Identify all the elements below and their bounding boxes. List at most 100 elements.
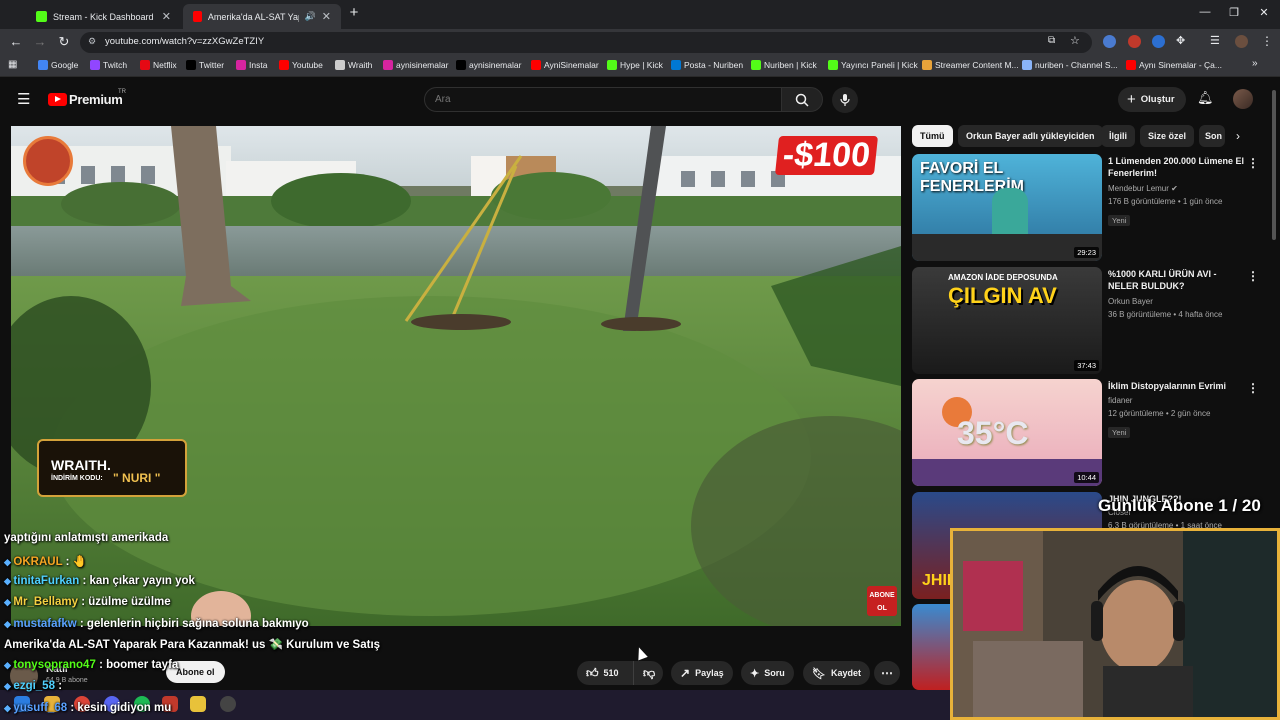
bookmark-item[interactable]: Wraith xyxy=(335,60,372,70)
recommendation-channel[interactable]: Orkun Bayer xyxy=(1108,297,1153,306)
thumbnail-text: ÇILGIN AV xyxy=(948,283,1057,308)
more-actions-button[interactable]: ⋯ xyxy=(874,661,900,685)
extension-icon[interactable] xyxy=(1103,35,1116,48)
bookmark-item[interactable]: Insta xyxy=(236,60,267,70)
audio-playing-icon[interactable]: 🔊 xyxy=(305,11,316,22)
install-app-icon[interactable]: ⧉ xyxy=(1048,35,1055,46)
more-bookmarks-icon[interactable]: » xyxy=(1252,58,1258,69)
tab-kick-dashboard[interactable]: Stream - Kick Dashboard ✕ xyxy=(26,4,181,29)
bookmark-item[interactable]: Twitter xyxy=(186,60,224,70)
extensions-puzzle-icon[interactable]: ✥ xyxy=(1176,34,1185,47)
hamburger-menu-icon[interactable]: ☰ xyxy=(17,90,30,108)
bookmark-item[interactable]: Posta - Nuriben xyxy=(671,60,743,70)
filter-chip[interactable]: Size özel xyxy=(1140,125,1195,147)
obs-icon[interactable] xyxy=(220,696,236,712)
video-player[interactable]: -$100 ABONE OL WRAITH. İNDİRİM KODU: " N… xyxy=(11,126,901,626)
bookmark-item[interactable]: aynisinemalar xyxy=(383,60,448,70)
recommendation-channel[interactable]: Mendebur Lemur ✔ xyxy=(1108,184,1178,193)
recommendation-title[interactable]: %1000 KARLI ÜRÜN AVI - NELER BULDUK? xyxy=(1108,268,1248,292)
url-text[interactable]: youtube.com/watch?v=zzXGwZeTZIY xyxy=(105,36,264,47)
filter-chip[interactable]: Son xyxy=(1199,125,1225,147)
app-icon[interactable] xyxy=(190,696,206,712)
bookmark-item[interactable]: aynisinemalar xyxy=(456,60,521,70)
filter-chip[interactable]: İlgili xyxy=(1101,125,1135,147)
chat-message: yaptığını anlatmıştı amerikada xyxy=(4,532,168,544)
dislike-button[interactable]: 👎︎ xyxy=(633,661,663,685)
bookmark-favicon-icon xyxy=(1126,60,1136,70)
recommendation-menu-icon[interactable]: ⋮ xyxy=(1247,269,1259,283)
profile-avatar[interactable] xyxy=(1235,35,1248,48)
sponsor-badge: WRAITH. İNDİRİM KODU: " NURI " xyxy=(29,431,189,501)
sponsor-brand: WRAITH. xyxy=(51,457,111,473)
bookmark-item[interactable]: Nuriben | Kick xyxy=(751,60,817,70)
notifications-bell-icon[interactable]: 🔔︎ xyxy=(1197,90,1214,106)
restore-icon[interactable]: ❐ xyxy=(1227,6,1241,19)
bookmark-favicon-icon xyxy=(607,60,617,70)
thumbnail-text: 35°C xyxy=(957,415,1029,451)
save-button[interactable]: 🔖︎ Kaydet xyxy=(803,661,870,685)
recommendation-menu-icon[interactable]: ⋮ xyxy=(1247,156,1259,170)
sparkle-icon: ✦ xyxy=(750,667,760,680)
ask-button[interactable]: ✦ Soru xyxy=(741,661,794,685)
tab-youtube-video[interactable]: Amerika'da AL-SAT Yaparak 🔊 ✕ xyxy=(183,4,341,29)
recommendation-channel[interactable]: fidaner xyxy=(1108,396,1132,405)
close-window-icon[interactable]: ✕ xyxy=(1257,6,1271,19)
bookmark-item[interactable]: Yayıncı Paneli | Kick xyxy=(828,60,918,70)
media-control-icon[interactable]: ☰ xyxy=(1210,34,1220,47)
bookmark-label: aynisinemalar xyxy=(396,60,449,70)
subscribe-watermark[interactable]: ABONE OL xyxy=(867,586,897,616)
recommendation-title[interactable]: İklim Distopyalarının Evrimi xyxy=(1108,380,1248,392)
thumbnail-2[interactable]: AMAZON İADE DEPOSUNDA ÇILGIN AV 37:43 xyxy=(912,267,1102,374)
close-tab-icon[interactable]: ✕ xyxy=(162,10,171,23)
like-button[interactable]: 👍︎ 510 xyxy=(577,661,633,685)
close-tab-icon[interactable]: ✕ xyxy=(322,10,331,23)
video-frame xyxy=(11,126,901,626)
filter-chip[interactable]: Tümü xyxy=(912,125,953,147)
thumbs-down-icon: 👎︎ xyxy=(643,665,656,680)
recommendation-menu-icon[interactable]: ⋮ xyxy=(1247,381,1259,395)
chips-next-icon[interactable]: › xyxy=(1236,129,1240,143)
bookmark-item[interactable]: Streamer Content M... xyxy=(922,60,1019,70)
recommendation-title[interactable]: 1 Lümenden 200.000 Lümene El Fenerlerim! xyxy=(1108,155,1248,179)
create-button[interactable]: + Oluştur xyxy=(1118,87,1186,112)
chat-text: : xyxy=(58,680,63,692)
new-tab-button[interactable]: + xyxy=(346,5,362,21)
duration-badge: 37:43 xyxy=(1074,360,1099,371)
thumbnail-3[interactable]: 35°C 10:44 xyxy=(912,379,1102,486)
bookmark-item[interactable]: Hype | Kick xyxy=(607,60,663,70)
apps-grid-icon[interactable]: ▦ xyxy=(8,59,17,70)
bookmark-item[interactable]: Netflix xyxy=(140,60,177,70)
more-icon: ⋯ xyxy=(881,666,893,680)
bookmark-star-icon[interactable]: ☆ xyxy=(1070,34,1080,47)
bookmark-item[interactable]: Youtube xyxy=(279,60,323,70)
bookmark-favicon-icon xyxy=(531,60,541,70)
bookmark-item[interactable]: Google xyxy=(38,60,78,70)
filter-chip[interactable]: Orkun Bayer adlı yükleyiciden xyxy=(958,125,1103,147)
search-button[interactable] xyxy=(781,87,823,112)
bookmark-item[interactable]: AyniSinemalar xyxy=(531,60,599,70)
chat-message: ◆ OKRAUL : 🤚 xyxy=(4,554,87,568)
voice-search-button[interactable] xyxy=(832,87,858,113)
bookmark-item[interactable]: Twitch xyxy=(90,60,127,70)
back-icon[interactable]: ← xyxy=(8,34,24,49)
thumbnail-1[interactable]: FAVORİ EL FENERLERİM 29:23 xyxy=(912,154,1102,261)
youtube-logo-icon[interactable] xyxy=(48,93,67,106)
thumbnail-subtext: AMAZON İADE DEPOSUNDA xyxy=(948,273,1058,282)
search-input[interactable] xyxy=(424,87,782,112)
shield-extension-icon[interactable] xyxy=(1152,35,1165,48)
scrollbar[interactable] xyxy=(1272,90,1276,240)
site-info-icon[interactable]: ⚙ xyxy=(88,36,96,47)
forward-icon[interactable]: → xyxy=(32,34,48,49)
extension-icon[interactable] xyxy=(1128,35,1141,48)
share-button[interactable]: ↗ Paylaş xyxy=(671,661,733,685)
bookmark-item[interactable]: nuriben - Channel S... xyxy=(1022,60,1118,70)
bookmark-favicon-icon xyxy=(38,60,48,70)
browser-menu-icon[interactable]: ⋮ xyxy=(1261,34,1273,48)
reload-icon[interactable]: ↻ xyxy=(56,34,72,50)
mouse-cursor xyxy=(634,645,648,661)
duration-badge: 29:23 xyxy=(1074,247,1099,258)
account-avatar[interactable] xyxy=(1233,89,1253,109)
youtube-premium-logo[interactable]: Premium xyxy=(69,92,123,107)
minimize-icon[interactable]: — xyxy=(1198,6,1212,18)
bookmark-item[interactable]: Aynı Sinemalar - Ça... xyxy=(1126,60,1222,70)
